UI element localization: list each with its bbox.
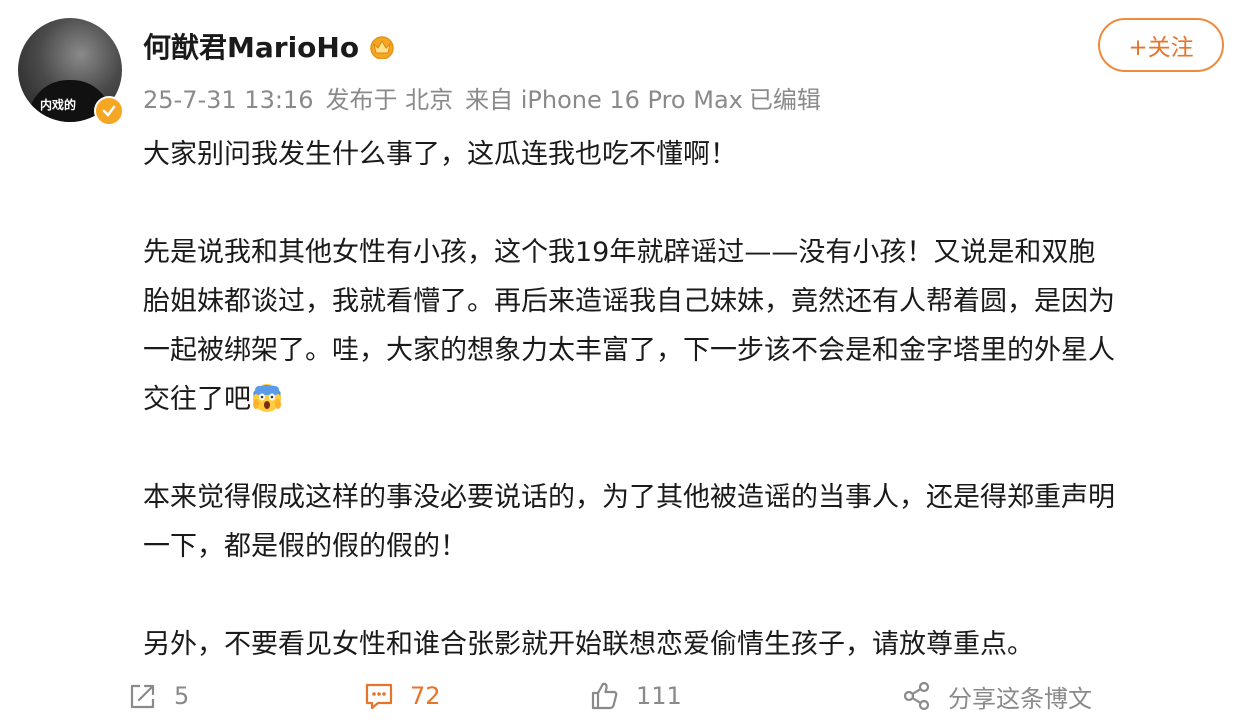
post-line: 一下，都是假的假的假的！ xyxy=(143,531,467,562)
post-meta: 25-7-31 13:16 发布于 北京 来自 iPhone 16 Pro Max 已… xyxy=(143,80,821,115)
verified-check-icon xyxy=(102,105,116,117)
post-time[interactable]: 25-7-31 13:16 xyxy=(143,86,313,114)
post-device: 来自 iPhone 16 Pro Max xyxy=(465,86,743,114)
post-paragraph: 另外，不要看见女性和谁合张影就开始联想恋爱偷情生孩子，请放尊重点。 xyxy=(143,629,1034,660)
follow-button[interactable]: +关注 xyxy=(1098,18,1224,72)
thumbs-up-icon xyxy=(591,682,618,710)
avatar-shirt-text: 内戏的 xyxy=(40,98,77,112)
screaming-face-emoji-icon xyxy=(253,384,281,412)
post-line: 本来觉得假成这样的事没必要说话的，为了其他被造谣的当事人，还是得郑重声明 xyxy=(143,482,1115,513)
post-edited[interactable]: 已编辑 xyxy=(749,86,821,114)
repost-button[interactable]: 5 xyxy=(126,672,189,720)
post-line: 交往了吧 xyxy=(143,375,1233,424)
post-line-text: 交往了吧 xyxy=(143,384,251,415)
share-label: 分享这条博文 xyxy=(948,684,1092,713)
crown-icon xyxy=(370,36,394,59)
share-icon xyxy=(903,681,930,711)
comment-count: 72 xyxy=(410,682,441,710)
like-count: 111 xyxy=(636,682,682,710)
like-button[interactable]: 111 xyxy=(588,672,682,720)
action-bar: 5 72 111 分享这条博文 xyxy=(0,672,1258,720)
comment-icon xyxy=(365,683,393,710)
share-button[interactable]: 分享这条博文 xyxy=(900,672,1092,720)
post-line: 一起被绑架了。哇，大家的想象力太丰富了，下一步该不会是和金字塔里的外星人 xyxy=(143,335,1115,366)
author-name-row: 何猷君MarioHo xyxy=(143,26,397,66)
post-paragraph: 大家别问我发生什么事了，这瓜连我也吃不懂啊！ xyxy=(143,139,737,170)
post-line: 胎姐妹都谈过，我就看懵了。再后来造谣我自己妹妹，竟然还有人帮着圆，是因为 xyxy=(143,286,1115,317)
post-line: 先是说我和其他女性有小孩，这个我19年就辟谣过——没有小孩！又说是和双胞 xyxy=(143,237,1096,268)
verified-badge-icon xyxy=(94,96,124,126)
post-content: 大家别问我发生什么事了，这瓜连我也吃不懂啊！ 先是说我和其他女性有小孩，这个我1… xyxy=(143,130,1233,669)
author-name[interactable]: 何猷君MarioHo xyxy=(143,26,359,66)
comment-button[interactable]: 72 xyxy=(362,672,441,720)
repost-count: 5 xyxy=(174,682,190,710)
post-location: 发布于 北京 xyxy=(325,86,454,114)
repost-icon xyxy=(130,684,155,709)
